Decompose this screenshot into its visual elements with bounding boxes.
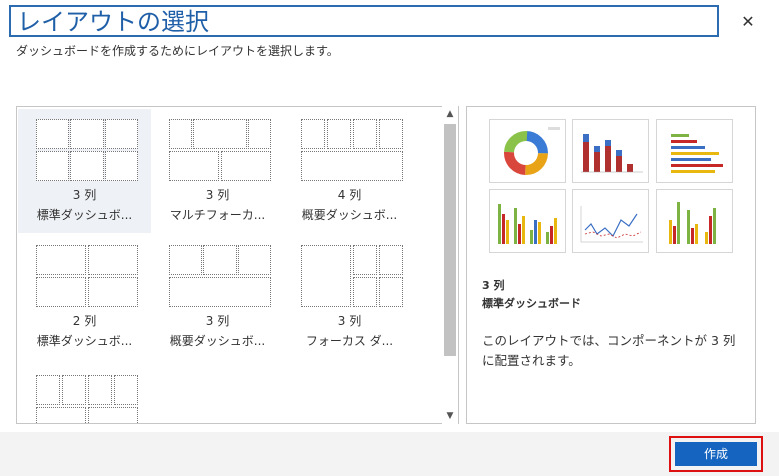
layout-name-label: 概要ダッシュボ... [169, 334, 266, 348]
layout-columns-label: 3 列 [205, 188, 230, 202]
preview-donut-chart-icon [489, 119, 566, 183]
preview-description: このレイアウトでは、コンポーネントが 3 列に配置されます。 [482, 333, 736, 368]
preview-bar-chart-icon [656, 119, 733, 183]
create-button-highlight: 作成 [669, 436, 763, 472]
layout-name-label: 標準ダッシュボ... [36, 334, 133, 348]
layout-preview-panel: 3 列 標準ダッシュボード このレイアウトでは、コンポーネントが 3 列に配置さ… [466, 106, 756, 424]
layout-tile-3col-focus[interactable]: 3 列 フォーカス ダ... [283, 235, 416, 359]
layout-thumbnail [301, 119, 403, 183]
layout-tile-4col-partial[interactable] [18, 365, 151, 423]
scrollbar-thumb[interactable] [444, 124, 456, 356]
layout-tile-3col-standard[interactable]: 3 列 標準ダッシュボ... [18, 109, 151, 233]
layout-thumbnail [36, 245, 138, 309]
layout-thumbnail [36, 375, 138, 423]
layout-thumbnail [36, 119, 138, 183]
preview-columns-label: 3 列 [482, 279, 505, 292]
layout-name-label: 標準ダッシュボ... [36, 208, 133, 222]
layout-name-label: マルチフォーカ... [169, 208, 266, 222]
layout-list-scrollbar[interactable]: ▲ ▼ [442, 106, 458, 424]
create-button[interactable]: 作成 [675, 442, 757, 466]
dashboard-name-input[interactable]: レイアウトの選択 [9, 5, 719, 37]
layout-tile-4col-overview[interactable]: 4 列 概要ダッシュボ... [283, 109, 416, 233]
scroll-up-icon[interactable]: ▲ [442, 106, 458, 122]
preview-line-chart-icon [572, 189, 649, 253]
layout-columns-label: 2 列 [72, 314, 97, 328]
layout-name-label: 概要ダッシュボ... [301, 208, 398, 222]
layout-list: 3 列 標準ダッシュボ... 3 列 マルチフォーカ... 4 列 概要ダッシュ… [16, 106, 459, 424]
layout-columns-label: 3 列 [72, 188, 97, 202]
layout-tile-2col-standard[interactable]: 2 列 標準ダッシュボ... [18, 235, 151, 359]
dialog-subtitle: ダッシュボードを作成するためにレイアウトを選択します。 [16, 44, 339, 58]
layout-thumbnail [301, 245, 403, 309]
preview-layout-name: 標準ダッシュボード [482, 297, 581, 310]
layout-tile-3col-overview[interactable]: 3 列 概要ダッシュボ... [151, 235, 284, 359]
preview-clustered-column-chart-icon [489, 189, 566, 253]
layout-tile-3col-multifocus[interactable]: 3 列 マルチフォーカ... [151, 109, 284, 233]
preview-column-chart-icon [572, 119, 649, 183]
dialog-footer [0, 432, 779, 476]
layout-thumbnail [169, 245, 271, 309]
layout-thumbnail [169, 119, 271, 183]
layout-columns-label: 4 列 [337, 188, 362, 202]
layout-columns-label: 3 列 [205, 314, 230, 328]
preview-mixed-column-chart-icon [656, 189, 733, 253]
layout-columns-label: 3 列 [337, 314, 362, 328]
close-icon[interactable]: ✕ [740, 14, 756, 30]
scroll-down-icon[interactable]: ▼ [442, 408, 458, 424]
layout-name-label: フォーカス ダ... [305, 334, 394, 348]
